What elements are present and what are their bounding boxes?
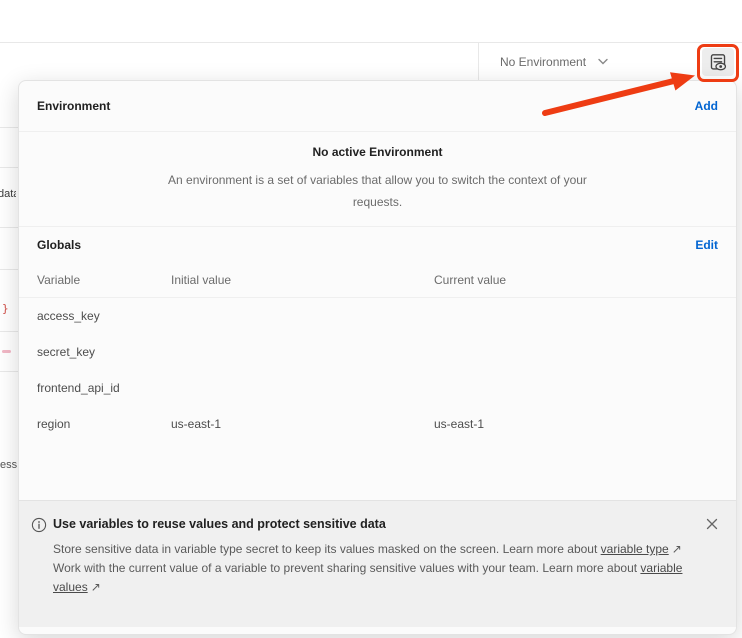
variables-info-banner: Use variables to reuse values and protec… [19,500,736,627]
current-value: us-east-1 [434,417,718,431]
empty-state-description: An environment is a set of variables tha… [154,169,602,213]
column-header-current-value: Current value [434,273,718,287]
globals-section-header: Globals Edit [19,227,736,263]
bg-divider [0,127,18,128]
chevron-down-icon [598,58,608,65]
variable-name: secret_key [37,345,171,359]
environment-panel: Environment Add No active Environment An… [18,80,737,635]
environment-panel-header: Environment Add [19,81,736,132]
bg-text-fragment: data [0,188,16,200]
column-header-variable: Variable [37,273,171,287]
column-header-initial-value: Initial value [171,273,434,287]
environment-quick-look-button[interactable] [702,48,734,76]
top-header-bar [0,0,742,43]
variable-name: access_key [37,309,171,323]
info-banner-title: Use variables to reuse values and protec… [53,516,386,533]
variable-type-link[interactable]: variable type [601,542,669,556]
external-link-icon: ↗ [91,580,101,594]
table-empty-space [19,442,736,500]
bg-highlight-fragment [2,350,11,353]
table-row: region us-east-1 us-east-1 [19,406,736,442]
variable-name: region [37,417,171,431]
bg-divider [0,331,18,332]
initial-value: us-east-1 [171,417,434,431]
table-row: access_key [19,298,736,334]
empty-state-title: No active Environment [19,132,736,159]
bg-text-fragment: ess [0,459,18,471]
external-link-icon: ↗ [672,542,682,556]
edit-globals-button[interactable]: Edit [695,238,718,252]
bg-divider [0,227,18,228]
info-icon [31,516,47,533]
bg-divider [0,167,18,168]
bg-divider [0,269,18,270]
info-paragraph-1-text: Store sensitive data in variable type se… [53,542,597,556]
environment-bar-divider [478,43,479,80]
add-environment-button[interactable]: Add [695,99,718,113]
info-banner-paragraph: Store sensitive data in variable type se… [53,540,701,597]
table-row: frontend_api_id [19,370,736,406]
close-info-banner-button[interactable] [702,514,722,534]
globals-section-title: Globals [37,238,81,252]
info-paragraph-2-text: Work with the current value of a variabl… [53,561,637,575]
variable-name: frontend_api_id [37,381,171,395]
globals-table-header-row: Variable Initial value Current value [19,263,736,298]
environment-selector[interactable]: No Environment [488,43,620,80]
bg-divider [0,371,18,372]
environment-quick-look-icon [709,53,727,71]
no-active-environment-section: No active Environment An environment is … [19,132,736,227]
environment-selector-value: No Environment [500,55,586,69]
environment-section-title: Environment [37,99,110,113]
table-row: secret_key [19,334,736,370]
close-icon [706,518,718,530]
